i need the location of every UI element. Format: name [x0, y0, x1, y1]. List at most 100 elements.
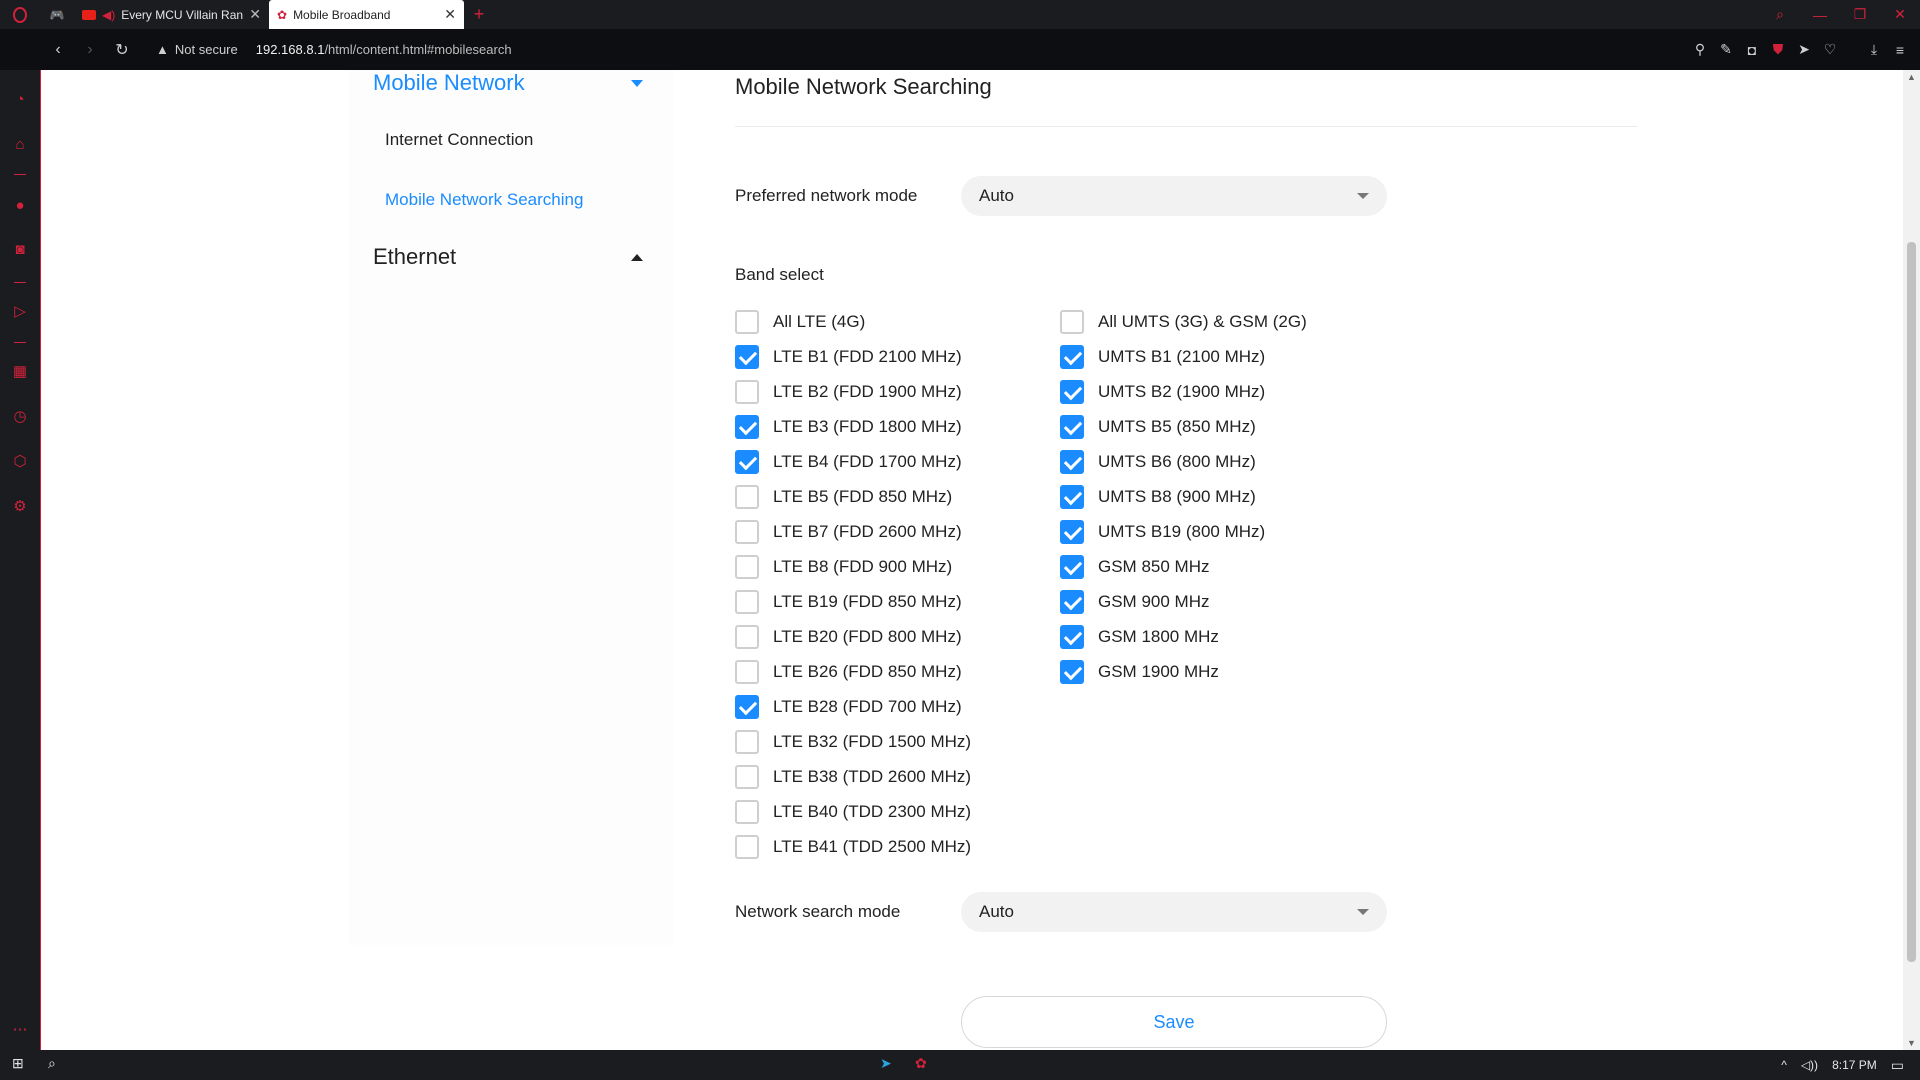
- band-option[interactable]: LTE B28 (FDD 700 MHz): [735, 689, 971, 724]
- band-option[interactable]: LTE B5 (FDD 850 MHz): [735, 479, 971, 514]
- band-option[interactable]: LTE B32 (FDD 1500 MHz): [735, 724, 971, 759]
- checkbox-unchecked[interactable]: [735, 589, 759, 614]
- nav-item-internet-connection[interactable]: Internet Connection: [385, 130, 533, 150]
- checkbox-checked[interactable]: [735, 694, 759, 719]
- checkbox-checked[interactable]: [1060, 344, 1084, 369]
- restore-icon[interactable]: ❐: [1840, 6, 1880, 23]
- bag-icon[interactable]: ⌂: [10, 135, 30, 155]
- nav-group-ethernet[interactable]: Ethernet: [373, 244, 643, 270]
- checkbox-unchecked[interactable]: [1060, 309, 1084, 334]
- url-field[interactable]: 192.168.8.1/html/content.html#mobilesear…: [256, 42, 512, 57]
- checkbox-checked[interactable]: [1060, 624, 1084, 649]
- band-option[interactable]: UMTS B8 (900 MHz): [1060, 479, 1307, 514]
- band-option[interactable]: LTE B1 (FDD 2100 MHz): [735, 339, 971, 374]
- opera-taskbar-icon[interactable]: ✿: [915, 1055, 927, 1072]
- checkbox-checked[interactable]: [1060, 484, 1084, 509]
- back-icon[interactable]: ‹: [42, 41, 74, 59]
- band-option[interactable]: All LTE (4G): [735, 304, 971, 339]
- send-icon[interactable]: ➤: [1796, 41, 1812, 58]
- checkbox-unchecked[interactable]: [735, 659, 759, 684]
- band-option[interactable]: GSM 1900 MHz: [1060, 654, 1307, 689]
- close-window-icon[interactable]: ✕: [1880, 6, 1920, 23]
- tab-mcu-villain[interactable]: ◀) Every MCU Villain Rank ✕: [74, 0, 269, 29]
- checkbox-checked[interactable]: [1060, 379, 1084, 404]
- nav-group-mobile-network[interactable]: Mobile Network: [373, 70, 643, 96]
- checkbox-unchecked[interactable]: [735, 379, 759, 404]
- speed-dial-icon[interactable]: ◔: [10, 90, 30, 110]
- speaker-icon[interactable]: ◀): [102, 8, 115, 22]
- messenger-icon[interactable]: ●: [10, 196, 30, 216]
- nav-item-mobile-network-searching[interactable]: Mobile Network Searching: [385, 190, 583, 210]
- edit-icon[interactable]: ✎: [1718, 41, 1734, 58]
- instagram-icon[interactable]: ◙: [10, 240, 30, 260]
- checkbox-unchecked[interactable]: [735, 484, 759, 509]
- reload-icon[interactable]: ↻: [106, 40, 138, 60]
- settings-icon[interactable]: ⚙: [10, 497, 30, 517]
- checkbox-unchecked[interactable]: [735, 309, 759, 334]
- page-scrollbar[interactable]: ▲ ▼: [1903, 70, 1920, 1050]
- camera-icon[interactable]: ◘: [1744, 42, 1760, 58]
- checkbox-unchecked[interactable]: [735, 834, 759, 859]
- band-option[interactable]: LTE B41 (TDD 2500 MHz): [735, 829, 971, 864]
- checkbox-checked[interactable]: [735, 414, 759, 439]
- close-tab-icon[interactable]: ✕: [444, 6, 456, 23]
- preferred-mode-select[interactable]: Auto: [961, 176, 1387, 216]
- extensions-icon[interactable]: ⬡: [10, 452, 30, 472]
- band-option[interactable]: GSM 900 MHz: [1060, 584, 1307, 619]
- checkbox-unchecked[interactable]: [735, 799, 759, 824]
- search-mode-select[interactable]: Auto: [961, 892, 1387, 932]
- band-option[interactable]: UMTS B5 (850 MHz): [1060, 409, 1307, 444]
- more-icon[interactable]: ⋯: [10, 1020, 30, 1040]
- checkbox-unchecked[interactable]: [735, 519, 759, 544]
- checkbox-checked[interactable]: [735, 344, 759, 369]
- volume-icon[interactable]: ◁)): [1801, 1058, 1818, 1072]
- checkbox-unchecked[interactable]: [735, 554, 759, 579]
- save-button[interactable]: Save: [961, 996, 1387, 1048]
- band-option[interactable]: LTE B8 (FDD 900 MHz): [735, 549, 971, 584]
- band-option[interactable]: UMTS B6 (800 MHz): [1060, 444, 1307, 479]
- history-icon[interactable]: ◷: [10, 407, 30, 427]
- grid-icon[interactable]: ▦: [10, 362, 30, 382]
- scroll-down-icon[interactable]: ▼: [1903, 1038, 1920, 1048]
- clock[interactable]: 8:17 PM: [1832, 1058, 1877, 1072]
- security-indicator[interactable]: ▲ Not secure: [156, 42, 238, 57]
- checkbox-checked[interactable]: [1060, 449, 1084, 474]
- band-option[interactable]: LTE B38 (TDD 2600 MHz): [735, 759, 971, 794]
- checkbox-checked[interactable]: [1060, 414, 1084, 439]
- band-option[interactable]: UMTS B2 (1900 MHz): [1060, 374, 1307, 409]
- band-option[interactable]: LTE B3 (FDD 1800 MHz): [735, 409, 971, 444]
- chevron-up-icon[interactable]: ^: [1781, 1058, 1787, 1072]
- band-option[interactable]: LTE B19 (FDD 850 MHz): [735, 584, 971, 619]
- band-option[interactable]: LTE B20 (FDD 800 MHz): [735, 619, 971, 654]
- player-icon[interactable]: ▷: [10, 302, 30, 322]
- forward-icon[interactable]: ›: [74, 41, 106, 59]
- scroll-thumb[interactable]: [1907, 242, 1916, 962]
- band-option[interactable]: UMTS B19 (800 MHz): [1060, 514, 1307, 549]
- band-option[interactable]: LTE B26 (FDD 850 MHz): [735, 654, 971, 689]
- checkbox-unchecked[interactable]: [735, 729, 759, 754]
- tab-mobile-broadband[interactable]: ✿ Mobile Broadband ✕: [269, 0, 464, 29]
- zoom-icon[interactable]: ⚲: [1692, 41, 1708, 58]
- search-icon[interactable]: ⌕: [48, 1055, 56, 1072]
- band-option[interactable]: GSM 850 MHz: [1060, 549, 1307, 584]
- checkbox-checked[interactable]: [735, 449, 759, 474]
- band-option[interactable]: LTE B4 (FDD 1700 MHz): [735, 444, 971, 479]
- band-option[interactable]: UMTS B1 (2100 MHz): [1060, 339, 1307, 374]
- checkbox-checked[interactable]: [1060, 519, 1084, 544]
- windows-start-icon[interactable]: ⊞: [12, 1055, 24, 1072]
- checkbox-unchecked[interactable]: [735, 624, 759, 649]
- download-icon[interactable]: ⤓: [1866, 41, 1882, 58]
- band-option[interactable]: LTE B2 (FDD 1900 MHz): [735, 374, 971, 409]
- opera-logo-icon[interactable]: [0, 0, 40, 29]
- close-tab-icon[interactable]: ✕: [249, 6, 261, 23]
- checkbox-checked[interactable]: [1060, 589, 1084, 614]
- checkbox-checked[interactable]: [1060, 659, 1084, 684]
- scroll-up-icon[interactable]: ▲: [1903, 72, 1920, 82]
- minimize-icon[interactable]: —: [1800, 7, 1840, 23]
- band-option[interactable]: LTE B7 (FDD 2600 MHz): [735, 514, 971, 549]
- band-option[interactable]: All UMTS (3G) & GSM (2G): [1060, 304, 1307, 339]
- band-option[interactable]: GSM 1800 MHz: [1060, 619, 1307, 654]
- band-option[interactable]: LTE B40 (TDD 2300 MHz): [735, 794, 971, 829]
- checkbox-checked[interactable]: [1060, 554, 1084, 579]
- gamepad-tab[interactable]: 🎮: [40, 0, 74, 29]
